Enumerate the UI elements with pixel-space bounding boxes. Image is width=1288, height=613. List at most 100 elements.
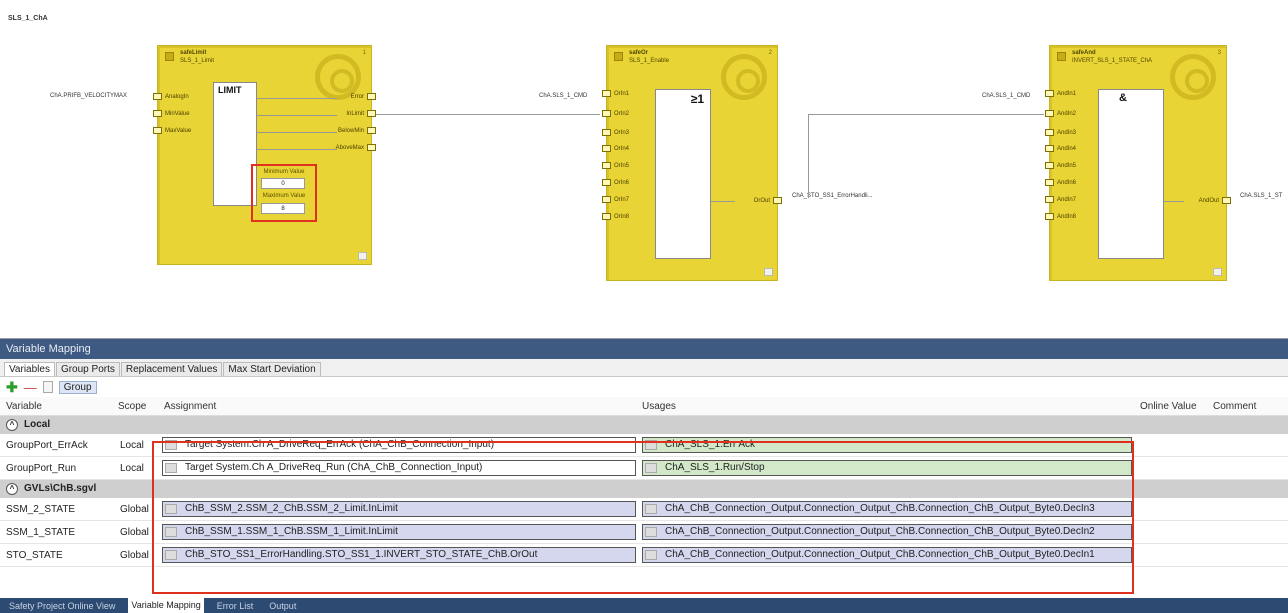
port-orin8[interactable]: OrIn8 — [602, 213, 629, 222]
block-resize-handle[interactable] — [358, 252, 367, 260]
max-value-field[interactable]: 8 — [261, 203, 305, 214]
col-comment[interactable]: Comment — [1213, 401, 1256, 412]
block-type: safeLimit — [180, 50, 207, 56]
port-andin2[interactable]: AndIn2 — [1045, 110, 1076, 119]
port-maxvalue[interactable]: MaxValue — [153, 127, 191, 136]
port-orin3[interactable]: OrIn3 — [602, 129, 629, 138]
variable-name: GroupPort_ErrAck — [6, 440, 88, 451]
input-pin-icon — [1045, 162, 1054, 169]
connection-wire — [808, 114, 1044, 115]
port-andin1[interactable]: AndIn1 — [1045, 90, 1076, 99]
port-abovemax[interactable]: AboveMax — [336, 144, 376, 153]
block-resize-handle[interactable] — [764, 268, 773, 276]
tab-error-list[interactable]: Error List — [214, 601, 257, 611]
port-orin2[interactable]: OrIn2 — [602, 110, 629, 119]
panel-title: Variable Mapping — [0, 339, 1288, 359]
port-andin7[interactable]: AndIn7 — [1045, 196, 1076, 205]
input-pin-icon — [602, 90, 611, 97]
function-block-diagram: SLS_1_ChA safeLimit SLS_1_Limit 1 LIMIT … — [0, 0, 1288, 338]
port-orin7[interactable]: OrIn7 — [602, 196, 629, 205]
block-type-icon — [614, 52, 623, 61]
col-usages[interactable]: Usages — [642, 401, 676, 412]
port-andin8[interactable]: AndIn8 — [1045, 213, 1076, 222]
output-pin-icon — [1222, 197, 1231, 204]
safelimit-block[interactable]: safeLimit SLS_1_Limit 1 LIMIT AnalogIn M… — [153, 45, 376, 265]
port-inlimit[interactable]: InLimit — [346, 110, 376, 119]
tab-replacement-values[interactable]: Replacement Values — [120, 362, 223, 376]
block-instance: SLS_1_Limit — [180, 58, 215, 64]
input-pin-icon — [602, 196, 611, 203]
internal-wire — [711, 201, 735, 202]
min-value-field[interactable]: 0 — [261, 178, 305, 189]
col-online-value[interactable]: Online Value — [1140, 401, 1197, 412]
connection-wire — [808, 114, 809, 198]
document-icon[interactable] — [42, 381, 53, 393]
port-orout[interactable]: OrOut — [754, 197, 782, 206]
input-pin-icon — [1045, 179, 1054, 186]
port-andin5[interactable]: AndIn5 — [1045, 162, 1076, 171]
port-orin5[interactable]: OrIn5 — [602, 162, 629, 171]
collapse-icon[interactable]: ^ — [6, 483, 18, 495]
port-orin4[interactable]: OrIn4 — [602, 145, 629, 154]
gear-watermark-icon — [721, 54, 767, 100]
input-pin-icon — [602, 179, 611, 186]
col-variable[interactable]: Variable — [6, 401, 42, 412]
input-pin-icon — [602, 129, 611, 136]
port-error[interactable]: Error — [351, 93, 376, 102]
port-andin6[interactable]: AndIn6 — [1045, 179, 1076, 188]
tab-group-ports[interactable]: Group Ports — [55, 362, 120, 376]
internal-wire — [257, 132, 337, 133]
input-pin-icon — [1045, 110, 1054, 117]
group-button[interactable]: Group — [58, 380, 97, 394]
input-pin-icon — [602, 213, 611, 220]
scope: Global — [120, 504, 149, 515]
variable-name: SSM_2_STATE — [6, 504, 76, 515]
diagram-title: SLS_1_ChA — [8, 15, 48, 22]
port-andin4[interactable]: AndIn4 — [1045, 145, 1076, 154]
block-type-icon — [1057, 52, 1066, 61]
input-pin-icon — [153, 127, 162, 134]
port-analogin[interactable]: AnalogIn — [153, 93, 189, 102]
variable-mapping-panel: Variable Mapping Variables Group Ports R… — [0, 338, 1288, 598]
port-belowmin[interactable]: BelowMin — [338, 127, 376, 136]
block-number: 3 — [1217, 50, 1221, 56]
output-pin-icon — [367, 93, 376, 100]
scope: Global — [120, 527, 149, 538]
port-orin6[interactable]: OrIn6 — [602, 179, 629, 188]
port-andin3[interactable]: AndIn3 — [1045, 129, 1076, 138]
input-pin-icon — [1045, 145, 1054, 152]
limit-symbol: LIMIT — [218, 85, 242, 95]
block-number: 2 — [768, 50, 772, 56]
tab-safety-project-online-view[interactable]: Safety Project Online View — [6, 601, 118, 611]
and-core: & — [1098, 89, 1164, 259]
port-minvalue[interactable]: MinValue — [153, 110, 190, 119]
block-number: 1 — [362, 50, 366, 56]
table-header: Variable Scope Assignment Usages Online … — [0, 397, 1288, 416]
port-andout[interactable]: AndOut — [1199, 197, 1231, 206]
tab-variable-mapping[interactable]: Variable Mapping — [128, 598, 204, 613]
bottom-tab-bar: Safety Project Online View Variable Mapp… — [0, 598, 1288, 613]
col-assignment[interactable]: Assignment — [164, 401, 216, 412]
or-symbol: ≥1 — [690, 92, 704, 106]
add-icon[interactable]: ✚ — [6, 379, 18, 396]
col-scope[interactable]: Scope — [118, 401, 146, 412]
assignment-highlight-box — [152, 441, 1134, 594]
tab-max-start-deviation[interactable]: Max Start Deviation — [223, 362, 321, 376]
safeand-block[interactable]: safeAnd INVERT_SLS_1_STATE_ChA 3 & AndIn… — [1045, 45, 1231, 281]
tab-variables[interactable]: Variables — [4, 362, 55, 376]
parameter-highlight: Minimum Value 0 Maximum Value 8 — [251, 164, 317, 222]
internal-wire — [257, 115, 337, 116]
scope: Local — [120, 463, 144, 474]
safeor-block[interactable]: safeOr SLS_1_Enable 2 ≥1 OrIn1 OrIn2 OrI… — [602, 45, 782, 281]
panel-tabs: Variables Group Ports Replacement Values… — [0, 359, 1288, 377]
ext-input-velocitymax: ChA.PRIFB_VELOCITYMAX — [50, 93, 128, 99]
input-pin-icon — [1045, 196, 1054, 203]
block-resize-handle[interactable] — [1213, 268, 1222, 276]
internal-wire — [257, 149, 337, 150]
remove-icon[interactable]: — — [24, 380, 37, 395]
tab-output[interactable]: Output — [266, 601, 299, 611]
ext-input-sls-cmd-2: ChA.SLS_1_CMD — [982, 93, 1031, 99]
port-orin1[interactable]: OrIn1 — [602, 90, 629, 99]
collapse-icon[interactable]: ^ — [6, 419, 18, 431]
group-row-local[interactable]: ^ Local — [0, 416, 1288, 434]
